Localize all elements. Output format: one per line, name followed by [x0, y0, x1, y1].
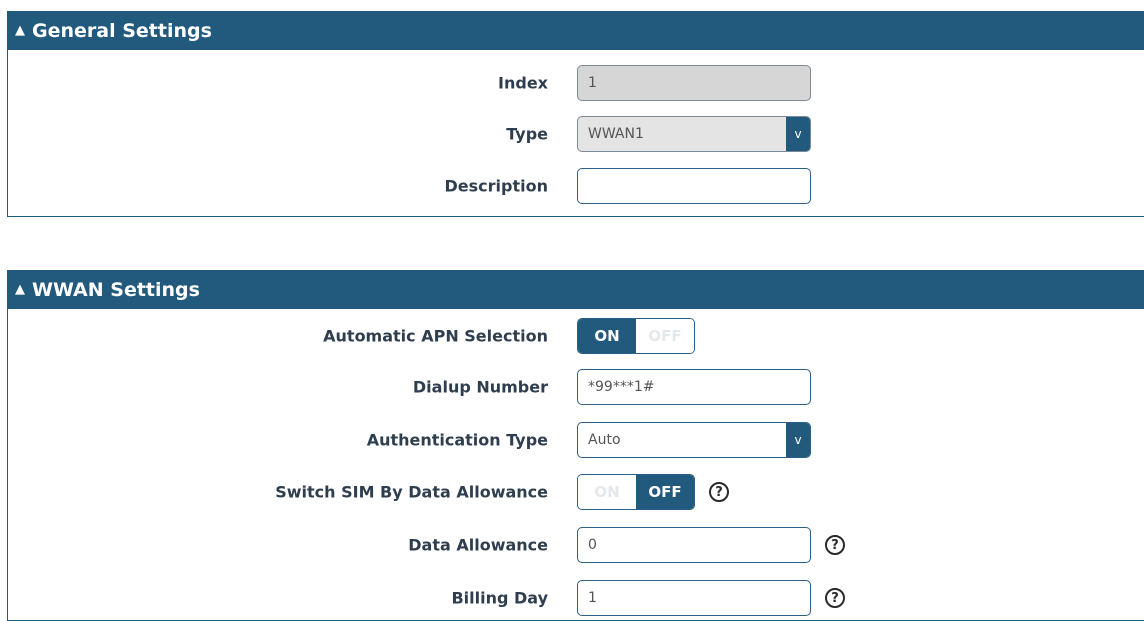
auto-apn-label: Automatic APN Selection [323, 326, 548, 346]
wwan-settings-header[interactable]: ▲ WWAN Settings [7, 270, 1144, 309]
switch-sim-label: Switch SIM By Data Allowance [275, 482, 548, 502]
wwan-settings-body: Automatic APN Selection ON OFF Dialup Nu… [7, 309, 1144, 621]
billing-day-row: Billing Day 1 ? [8, 579, 1144, 617]
auto-apn-row: Automatic APN Selection ON OFF [8, 317, 1144, 355]
data-allowance-row: Data Allowance 0 ? [8, 526, 1144, 564]
index-label: Index [498, 73, 548, 93]
data-allowance-field[interactable]: 0 [577, 527, 811, 563]
general-settings-title: General Settings [32, 19, 212, 42]
auth-select[interactable]: Auto v [577, 422, 811, 458]
switch-sim-on[interactable]: ON [578, 475, 636, 509]
type-select[interactable]: WWAN1 v [577, 116, 811, 152]
index-row: Index 1 [8, 64, 1144, 102]
billing-day-field[interactable]: 1 [577, 580, 811, 616]
type-label: Type [506, 124, 548, 144]
data-allowance-value: 0 [588, 537, 597, 553]
general-settings-panel: ▲ General Settings Index 1 Type WWAN1 v … [7, 11, 1144, 217]
data-allowance-label: Data Allowance [408, 535, 548, 555]
switch-sim-toggle[interactable]: ON OFF [577, 474, 695, 510]
auth-value: Auto [588, 432, 621, 448]
dialup-label: Dialup Number [412, 377, 548, 397]
chevron-down-icon[interactable]: v [786, 423, 810, 457]
auth-row: Authentication Type Auto v [8, 421, 1144, 459]
index-value: 1 [588, 75, 597, 91]
help-icon[interactable]: ? [825, 535, 845, 555]
auth-label: Authentication Type [366, 430, 548, 450]
description-field[interactable] [577, 168, 811, 204]
description-label: Description [444, 176, 548, 196]
type-row: Type WWAN1 v [8, 115, 1144, 153]
auto-apn-off[interactable]: OFF [636, 319, 694, 353]
switch-sim-off[interactable]: OFF [636, 475, 694, 509]
wwan-settings-panel: ▲ WWAN Settings Automatic APN Selection … [7, 270, 1144, 621]
chevron-up-icon[interactable]: ▲ [15, 282, 25, 297]
index-field: 1 [577, 65, 811, 101]
help-icon[interactable]: ? [825, 588, 845, 608]
auto-apn-toggle[interactable]: ON OFF [577, 318, 695, 354]
dialup-value: *99***1# [588, 379, 655, 395]
wwan-settings-title: WWAN Settings [32, 278, 200, 301]
chevron-down-icon[interactable]: v [786, 117, 810, 151]
billing-day-value: 1 [588, 590, 597, 606]
help-icon[interactable]: ? [709, 482, 729, 502]
general-settings-body: Index 1 Type WWAN1 v Description [7, 50, 1144, 217]
billing-day-label: Billing Day [451, 588, 548, 608]
general-settings-header[interactable]: ▲ General Settings [7, 11, 1144, 50]
switch-sim-row: Switch SIM By Data Allowance ON OFF ? [8, 473, 1144, 511]
dialup-field[interactable]: *99***1# [577, 369, 811, 405]
type-value: WWAN1 [588, 126, 644, 142]
dialup-row: Dialup Number *99***1# [8, 368, 1144, 406]
auto-apn-on[interactable]: ON [578, 319, 636, 353]
description-row: Description [8, 167, 1144, 205]
chevron-up-icon[interactable]: ▲ [15, 23, 25, 38]
